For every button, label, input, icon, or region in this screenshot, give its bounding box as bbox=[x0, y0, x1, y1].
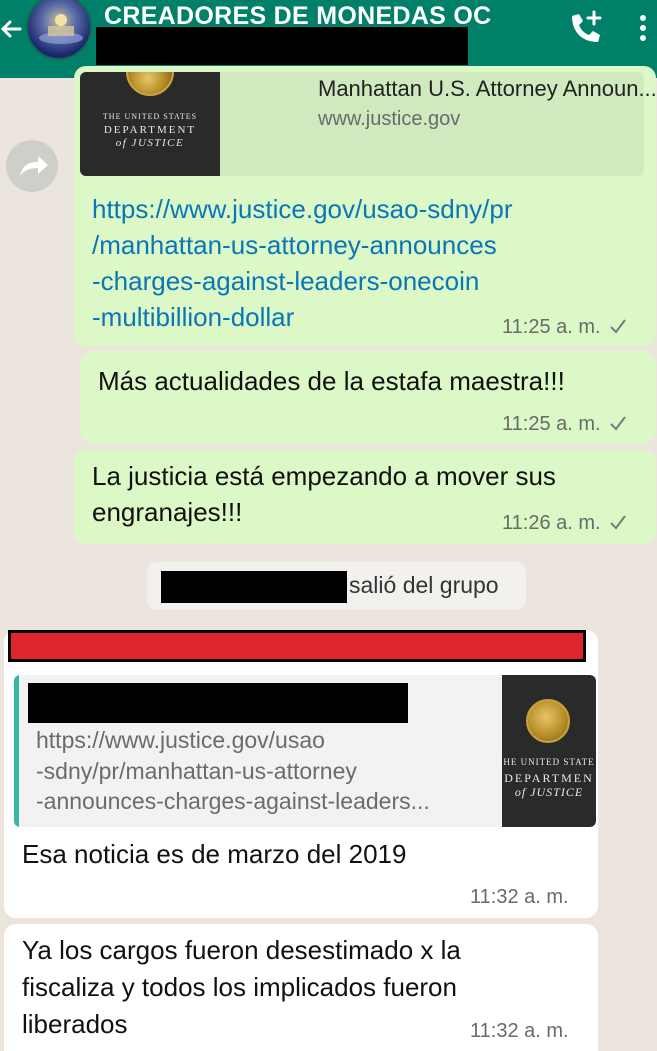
single-check-icon bbox=[609, 319, 626, 334]
message-timestamp: 11:32 a. m. bbox=[470, 1020, 569, 1042]
doj-seal-icon bbox=[126, 72, 174, 96]
message-text-line: liberados bbox=[22, 1009, 128, 1039]
preview-url-line: -announces-charges-against-leaders... bbox=[36, 788, 430, 814]
message-timestamp: 11:32 a. m. bbox=[470, 886, 569, 908]
preview-url-line: https://www.justice.gov/usao bbox=[36, 727, 325, 753]
more-vert-icon[interactable] bbox=[636, 8, 650, 48]
redacted-sender-name bbox=[8, 630, 586, 662]
message-link-line[interactable]: -multibillion-dollar bbox=[92, 299, 294, 336]
preview-title: Manhattan U.S. Attorney Announ... bbox=[318, 76, 657, 101]
doj-seal-icon bbox=[526, 699, 570, 743]
system-notice: salió del grupo bbox=[147, 562, 526, 610]
preview-domain: www.justice.gov bbox=[318, 108, 461, 130]
message-link-line[interactable]: /manhattan-us-attorney-announces bbox=[92, 227, 497, 264]
forward-share-icon[interactable] bbox=[6, 140, 58, 192]
message-link-line[interactable]: -charges-against-leaders-onecoin bbox=[92, 263, 479, 300]
message-timestamp: 11:26 a. m. bbox=[502, 512, 627, 535]
message-text: Más actualidades de la estafa maestra!!! bbox=[98, 366, 565, 396]
redacted-preview-title bbox=[28, 683, 408, 723]
back-arrow-icon[interactable] bbox=[0, 14, 22, 44]
message-text-line: La justicia está empezando a mover sus bbox=[92, 461, 556, 491]
message-text-line: Ya los cargos fueron desestimado x la bbox=[22, 935, 461, 965]
message-bubble-incoming[interactable]: Ya los cargos fueron desestimado x la fi… bbox=[4, 924, 598, 1051]
message-text: Esa noticia es de marzo del 2019 bbox=[22, 839, 407, 869]
message-timestamp: 11:25 a. m. bbox=[502, 316, 627, 339]
doj-thumbnail: HE UNITED STATE DEPARTMEN of JUSTICE bbox=[502, 675, 596, 827]
add-call-icon[interactable] bbox=[566, 8, 606, 48]
single-check-icon bbox=[609, 416, 626, 431]
message-bubble-incoming[interactable]: https://www.justice.gov/usao -sdny/pr/ma… bbox=[4, 630, 598, 918]
group-avatar[interactable] bbox=[26, 0, 92, 60]
preview-url-line: -sdny/pr/manhattan-us-attorney bbox=[36, 757, 357, 784]
link-preview[interactable]: THE UNITED STATES DEPARTMENT of JUSTICE … bbox=[80, 72, 657, 176]
system-notice-text: salió del grupo bbox=[349, 572, 499, 598]
message-timestamp: 11:25 a. m. bbox=[502, 413, 627, 436]
redacted-participants bbox=[96, 27, 468, 65]
doj-thumbnail: THE UNITED STATES DEPARTMENT of JUSTICE bbox=[80, 72, 220, 176]
message-text-line: fiscaliza y todos los implicados fueron bbox=[22, 972, 457, 1002]
single-check-icon bbox=[609, 515, 626, 530]
redacted-participant-name bbox=[161, 571, 347, 603]
message-text-line: engranajes!!! bbox=[92, 497, 243, 527]
link-preview[interactable]: https://www.justice.gov/usao -sdny/pr/ma… bbox=[14, 675, 596, 827]
preview-accent-bar bbox=[14, 675, 19, 827]
message-link-line[interactable]: https://www.justice.gov/usao-sdny/pr bbox=[92, 191, 513, 228]
